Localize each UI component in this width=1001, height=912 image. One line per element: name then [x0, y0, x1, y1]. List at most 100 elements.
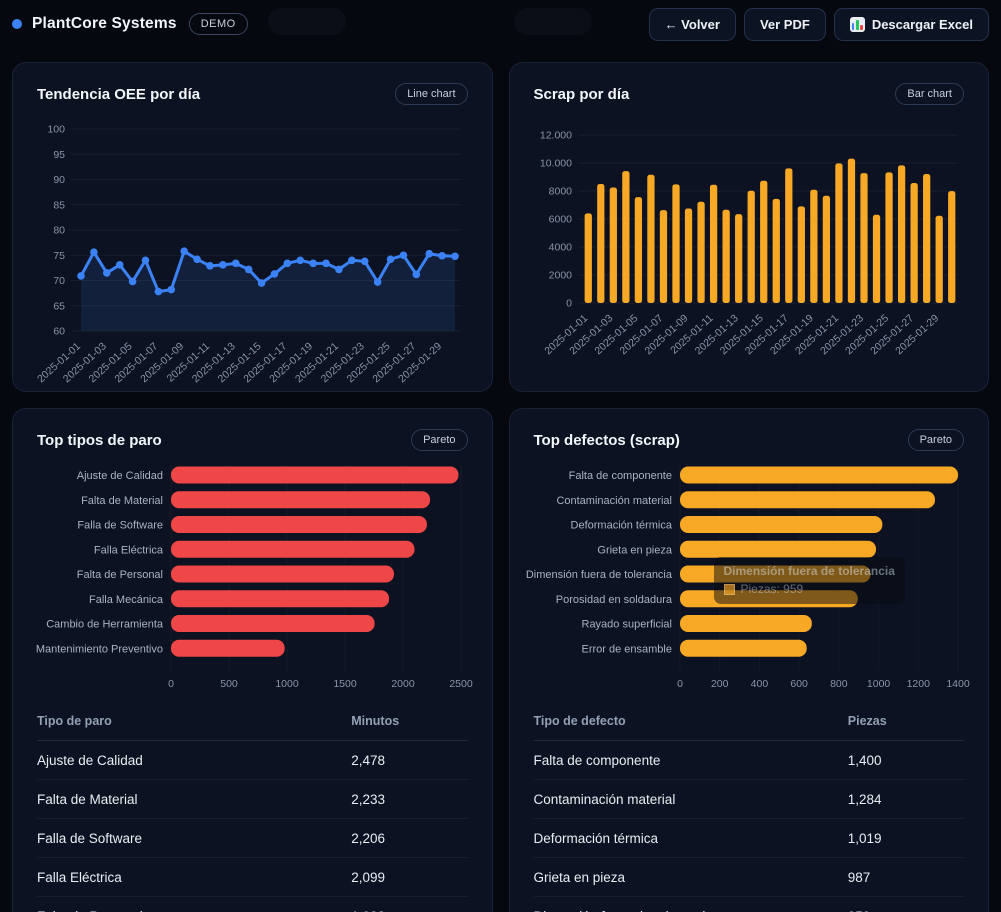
scrap-bar[interactable]: [785, 168, 792, 303]
line-point[interactable]: [335, 266, 343, 274]
card-top-paros: Top tipos de paro Pareto 050010001500200…: [12, 408, 493, 912]
scrap-bar[interactable]: [885, 172, 892, 303]
scrap-bar[interactable]: [659, 210, 666, 303]
pareto-bar[interactable]: [171, 467, 458, 484]
line-point[interactable]: [155, 288, 163, 296]
card-title-scrap: Scrap por día: [534, 86, 630, 103]
scrap-bar[interactable]: [684, 209, 691, 304]
table-header: Piezas: [848, 701, 964, 741]
pareto-bar[interactable]: [680, 615, 812, 632]
pareto-bar[interactable]: [680, 590, 858, 607]
line-point[interactable]: [348, 257, 356, 265]
pareto-bar[interactable]: [680, 467, 958, 484]
scrap-bar[interactable]: [747, 191, 754, 303]
svg-text:0: 0: [677, 678, 683, 690]
table-cell: 1,284: [848, 780, 964, 819]
scrap-bar[interactable]: [935, 216, 942, 303]
download-excel-button[interactable]: Descargar Excel: [834, 8, 989, 41]
scrap-bar[interactable]: [697, 202, 704, 303]
scrap-bar[interactable]: [923, 174, 930, 303]
table-cell: 2,099: [351, 858, 467, 897]
svg-text:8000: 8000: [548, 186, 572, 198]
line-point[interactable]: [322, 260, 330, 268]
pareto-bar[interactable]: [680, 541, 876, 558]
line-point[interactable]: [219, 261, 227, 269]
chart-type-chip-bar: Bar chart: [895, 83, 964, 105]
scrap-bar[interactable]: [835, 163, 842, 303]
scrap-bar[interactable]: [872, 215, 879, 303]
line-point[interactable]: [413, 271, 421, 279]
table-cell: 2,206: [351, 819, 467, 858]
table-row: Falta de Material2,233: [37, 780, 468, 819]
card-top-defectos: Top defectos (scrap) Pareto 020040060080…: [509, 408, 990, 912]
line-point[interactable]: [206, 262, 214, 270]
svg-text:10.000: 10.000: [539, 158, 571, 170]
svg-text:Ajuste de Calidad: Ajuste de Calidad: [77, 470, 163, 482]
pareto-bar[interactable]: [680, 566, 870, 583]
card-title-paros: Top tipos de paro: [37, 432, 162, 449]
scrap-bar[interactable]: [760, 181, 767, 303]
scrap-bar[interactable]: [797, 206, 804, 303]
scrap-bar[interactable]: [847, 159, 854, 303]
line-point[interactable]: [284, 260, 292, 268]
scrap-bar[interactable]: [810, 190, 817, 303]
line-point[interactable]: [193, 255, 201, 263]
scrap-bar[interactable]: [910, 183, 917, 303]
pareto-bar[interactable]: [171, 566, 394, 583]
pareto-bar[interactable]: [171, 491, 430, 508]
scrap-bar[interactable]: [634, 197, 641, 303]
pareto-bar[interactable]: [680, 491, 935, 508]
scrap-bar[interactable]: [722, 210, 729, 303]
line-point[interactable]: [180, 247, 188, 255]
line-point[interactable]: [271, 270, 279, 278]
scrap-bar[interactable]: [584, 213, 591, 303]
table-cell: Falla de Software: [37, 819, 351, 858]
scrap-bar[interactable]: [609, 188, 616, 304]
scrap-bar[interactable]: [822, 196, 829, 303]
line-point[interactable]: [258, 279, 266, 287]
pareto-bar[interactable]: [680, 640, 807, 657]
line-point[interactable]: [387, 255, 395, 263]
line-point[interactable]: [245, 266, 253, 274]
pareto-bar[interactable]: [680, 516, 882, 533]
line-point[interactable]: [374, 278, 382, 286]
scrap-bar[interactable]: [597, 184, 604, 303]
scrap-bar[interactable]: [897, 165, 904, 303]
pareto-bar[interactable]: [171, 516, 427, 533]
pareto-bar[interactable]: [171, 541, 414, 558]
pareto-bar[interactable]: [171, 640, 285, 657]
excel-chart-icon: [850, 17, 865, 32]
pareto-bar[interactable]: [171, 590, 389, 607]
pareto-bar[interactable]: [171, 615, 375, 632]
line-point[interactable]: [309, 260, 317, 268]
line-point[interactable]: [103, 269, 111, 277]
scrap-bar[interactable]: [948, 191, 955, 303]
table-cell: Grieta en pieza: [534, 858, 848, 897]
scrap-bar[interactable]: [647, 175, 654, 303]
scrap-bar[interactable]: [860, 173, 867, 303]
line-point[interactable]: [400, 251, 408, 259]
line-point[interactable]: [296, 257, 304, 265]
svg-text:80: 80: [53, 225, 65, 237]
scrap-bar[interactable]: [735, 214, 742, 303]
line-point[interactable]: [451, 252, 459, 260]
card-title-defectos: Top defectos (scrap): [534, 432, 680, 449]
line-point[interactable]: [232, 260, 240, 268]
line-point[interactable]: [77, 272, 85, 280]
line-point[interactable]: [116, 261, 124, 269]
back-button[interactable]: ← Volver: [649, 8, 736, 41]
line-point[interactable]: [425, 250, 433, 258]
view-pdf-button[interactable]: Ver PDF: [744, 8, 826, 41]
line-point[interactable]: [361, 258, 369, 266]
line-point[interactable]: [129, 278, 137, 286]
table-cell: 987: [848, 858, 964, 897]
scrap-bar[interactable]: [772, 199, 779, 303]
scrap-bar[interactable]: [622, 171, 629, 303]
scrap-bar[interactable]: [709, 185, 716, 303]
table-cell: Falta de Personal: [37, 897, 351, 912]
scrap-bar[interactable]: [672, 184, 679, 303]
line-point[interactable]: [142, 257, 150, 265]
line-point[interactable]: [90, 248, 98, 256]
line-point[interactable]: [438, 252, 446, 260]
line-point[interactable]: [167, 286, 175, 294]
